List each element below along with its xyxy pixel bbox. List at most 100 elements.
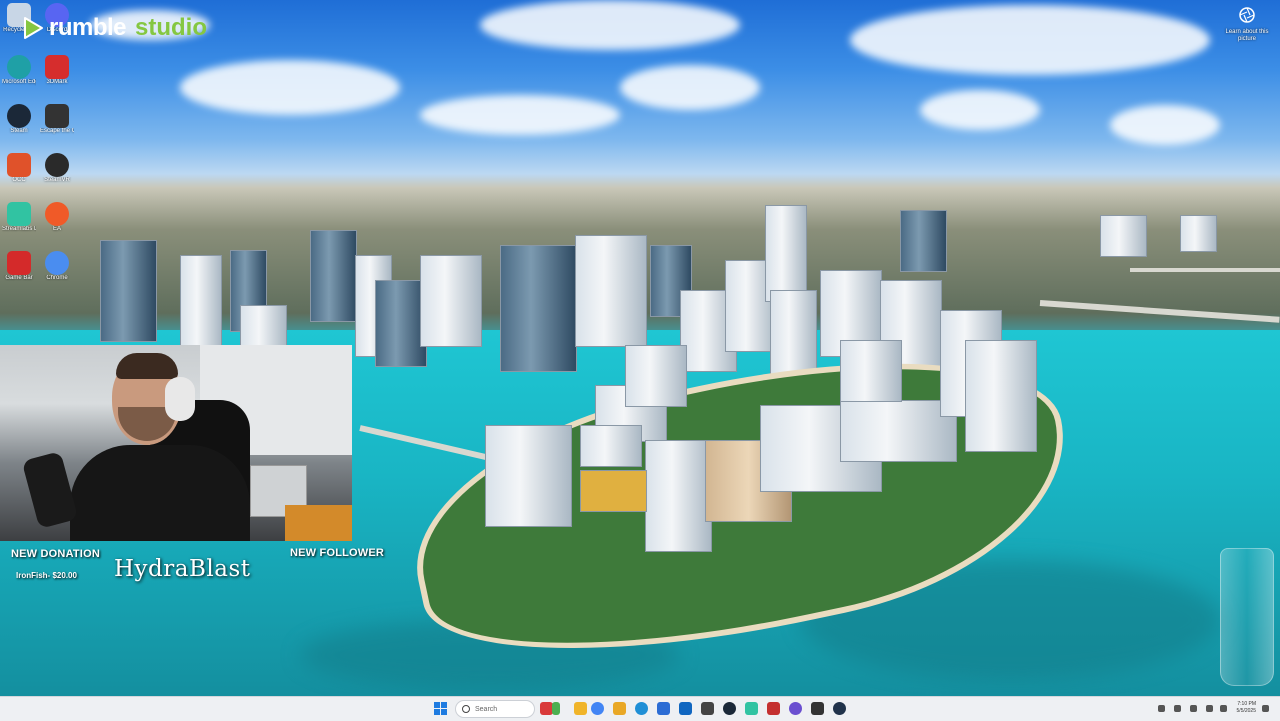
learn-about-label: Learn about this picture [1225, 29, 1269, 42]
desktop-icon-streamlabs[interactable]: Streamlabs Desktop [2, 202, 36, 233]
search-placeholder: Search [475, 705, 498, 713]
building [645, 440, 712, 552]
desktop-icon-chrome[interactable]: Chrome [40, 251, 74, 282]
rumble-studio-text: studio [135, 14, 208, 41]
donation-detail: IronFish- $20.00 [16, 571, 77, 580]
windows-logo-icon [434, 702, 440, 708]
taskbar-app-generic[interactable] [701, 702, 714, 715]
wifi-icon[interactable] [1174, 705, 1181, 712]
desktop-icon-label: OCC [12, 177, 26, 183]
steam-icon [7, 104, 31, 128]
building [900, 210, 947, 272]
learn-about-picture[interactable]: Learn about this picture [1222, 6, 1272, 43]
desktop-icon-game[interactable]: Escape the Games [40, 104, 74, 135]
battery-icon[interactable] [1206, 705, 1213, 712]
rumble-studio-logo: rumble studio [20, 14, 207, 42]
taskbar-search[interactable]: Search [455, 700, 535, 718]
webcam-box [285, 505, 352, 541]
desktop-icon-occ[interactable]: OCC [2, 153, 36, 184]
bridge [1130, 268, 1280, 272]
notifications-icon[interactable] [1262, 705, 1269, 712]
microphone-icon [21, 451, 79, 529]
clock-time: 7:10 PM [1237, 701, 1256, 707]
game-icon [45, 104, 69, 128]
taskbar-app-store[interactable] [657, 702, 670, 715]
taskbar-app-edge[interactable] [635, 702, 648, 715]
cloud [420, 95, 620, 135]
taskbar-app-chrome[interactable] [591, 702, 604, 715]
building [580, 425, 642, 467]
desktop-icon-label: Game Bar [5, 275, 33, 281]
building [575, 235, 647, 347]
building [1100, 215, 1147, 257]
desktop-icon-steam[interactable]: Steam [2, 104, 36, 135]
building [180, 255, 222, 347]
speaker-icon[interactable] [1220, 705, 1227, 712]
cloud [1110, 105, 1220, 145]
desktop-icon-gamebar[interactable]: Game Bar [2, 251, 36, 282]
building [840, 340, 902, 402]
taskbar-app-steam[interactable] [723, 702, 736, 715]
cloud [620, 65, 760, 110]
building [420, 255, 482, 347]
taskbar-app-terminal[interactable] [811, 702, 824, 715]
desktop-icon-ea[interactable]: EA [40, 202, 74, 233]
building [580, 470, 647, 512]
camera-aperture-icon [1239, 7, 1255, 23]
taskbar-app-streamlabs[interactable] [745, 702, 758, 715]
taskbar-app-steam-2[interactable] [833, 702, 846, 715]
rumble-brand-text: rumble [49, 14, 127, 41]
chrome-icon [45, 251, 69, 275]
clock-date: 5/5/2025 [1236, 708, 1256, 714]
webcam-feed [0, 345, 352, 541]
cloud [180, 60, 400, 115]
desktop-icon-label: Escape the Games [40, 128, 74, 134]
webcam-person-body [70, 445, 250, 541]
taskbar-app-obs[interactable] [789, 702, 802, 715]
taskbar-app-widget[interactable] [552, 702, 560, 715]
windows-logo-icon [434, 709, 440, 715]
building [765, 205, 807, 302]
streamlabs-icon [7, 202, 31, 226]
volume-icon[interactable] [1190, 705, 1197, 712]
3dmark-icon [45, 55, 69, 79]
taskbar: Search 7:10 PM 5/5/2025 [0, 696, 1280, 721]
taskbar-app-file-explorer[interactable] [574, 702, 587, 715]
windows-logo-icon [441, 702, 447, 708]
desktop-icon-edge[interactable]: Microsoft Edge [2, 55, 36, 86]
glass-widget [1220, 548, 1274, 686]
follower-name: HydraBlast [114, 556, 251, 582]
taskbar-app-outlook[interactable] [679, 702, 692, 715]
headphones-icon [165, 377, 195, 421]
desktop-icon-3dmark[interactable]: 3DMark [40, 55, 74, 86]
windows-logo-icon [441, 709, 447, 715]
ea-icon [45, 202, 69, 226]
taskbar-app-game[interactable] [767, 702, 780, 715]
desktop-icon-label: Chrome [46, 275, 68, 281]
desktop-icon-label: 3DMark [46, 79, 68, 85]
search-icon [462, 705, 470, 713]
cloud [850, 5, 1210, 75]
rumble-play-icon [24, 17, 43, 39]
cloud [480, 0, 740, 50]
building [500, 245, 577, 372]
desktop-icon-steamvr[interactable]: SteamVR [40, 153, 74, 184]
desktop-icon-label: EA [52, 226, 61, 232]
building [625, 345, 687, 407]
desktop-icon-label: Microsoft Edge [2, 79, 36, 85]
start-button[interactable] [434, 702, 448, 716]
building [485, 425, 572, 527]
building [240, 305, 287, 347]
occ-icon [7, 153, 31, 177]
new-follower-label: NEW FOLLOWER [290, 547, 385, 559]
taskbar-app-folder[interactable] [613, 702, 626, 715]
building [100, 240, 157, 342]
bridge [1039, 300, 1280, 323]
webcam-person-hair [116, 353, 178, 379]
chevron-up-icon[interactable] [1158, 705, 1165, 712]
building [965, 340, 1037, 452]
gamebar-icon [7, 251, 31, 275]
edge-icon [7, 55, 31, 79]
cloud [920, 90, 1040, 130]
taskbar-clock[interactable]: 7:10 PM 5/5/2025 [1228, 701, 1256, 715]
